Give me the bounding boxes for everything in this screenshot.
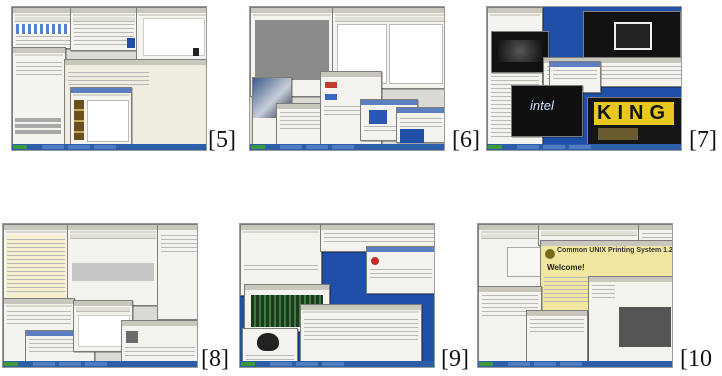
taskbar	[12, 144, 206, 150]
window	[3, 224, 69, 304]
screenshot-10: Common UNIX Printing System 1.2 Welcome!	[477, 223, 673, 368]
window	[583, 11, 681, 59]
taskbar	[240, 361, 434, 367]
window	[157, 224, 197, 320]
taskbar	[3, 361, 197, 367]
window	[12, 7, 74, 49]
window: intel	[511, 85, 583, 137]
cups-title: Common UNIX Printing System 1.2	[557, 247, 673, 254]
window	[12, 47, 66, 149]
taskbar	[487, 144, 681, 150]
window	[526, 310, 588, 366]
screenshot-6	[249, 6, 445, 151]
screenshot-5	[11, 6, 207, 151]
window	[121, 320, 197, 366]
window	[491, 31, 549, 73]
window: KING	[587, 97, 681, 145]
king-logo: KING	[594, 102, 674, 125]
window	[70, 87, 132, 145]
figure-label: [8]	[201, 346, 229, 372]
window	[588, 276, 672, 367]
window	[300, 304, 422, 367]
taskbar	[250, 144, 444, 150]
figure-label: [10	[680, 346, 712, 372]
window	[136, 7, 206, 61]
welcome-heading: Welcome!	[547, 263, 585, 272]
figure-label: [9]	[441, 346, 469, 372]
screenshot-7: intel KING	[486, 6, 682, 151]
figure-label: [6]	[452, 127, 480, 153]
screenshot-9	[239, 223, 435, 368]
window	[70, 7, 138, 51]
window	[366, 246, 434, 294]
figure-label: [5]	[208, 127, 236, 153]
window	[67, 224, 159, 306]
screenshot-8	[2, 223, 198, 368]
taskbar	[478, 361, 672, 367]
intel-logo: intel	[530, 98, 554, 113]
figure-label: [7]	[689, 127, 717, 153]
